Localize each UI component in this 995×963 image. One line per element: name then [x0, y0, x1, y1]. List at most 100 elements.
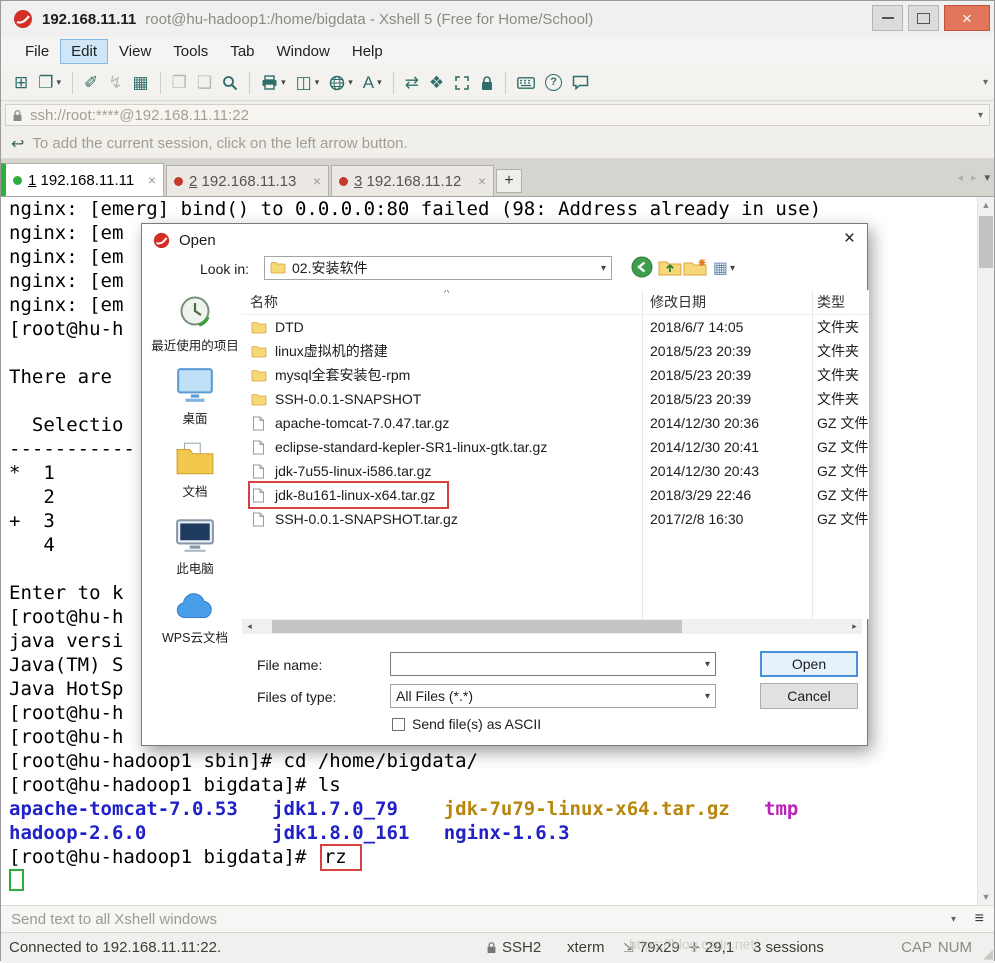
send-bar-caret-icon[interactable]: ▾: [951, 914, 956, 925]
file-row[interactable]: SSH-0.0.1-SNAPSHOT.tar.gz2017/2/8 16:30G…: [242, 507, 869, 531]
place-recent[interactable]: 最近使用的项目: [150, 292, 240, 367]
scroll-down-icon[interactable]: ▼: [978, 889, 994, 905]
back-button[interactable]: [630, 256, 654, 280]
terminal-text: [root@hu-hadoop1 bigdata]#: [9, 846, 318, 868]
menu-item-tab[interactable]: Tab: [220, 40, 264, 63]
session-tab-192.168.11.11[interactable]: 1 192.168.11.11×: [1, 163, 164, 196]
menu-item-file[interactable]: File: [15, 40, 59, 63]
file-row[interactable]: eclipse-standard-kepler-SR1-linux-gtk.ta…: [242, 435, 869, 459]
new-session-button[interactable]: ⊞: [9, 71, 33, 94]
help-icon: ?: [545, 74, 562, 91]
window-title-host: 192.168.11.11: [42, 11, 136, 28]
dialog-title: Open: [179, 232, 216, 249]
menu-item-view[interactable]: View: [109, 40, 161, 63]
file-row[interactable]: jdk-7u55-linux-i586.tar.gz2014/12/30 20:…: [242, 459, 869, 483]
virtual-keyboard-button[interactable]: [512, 74, 540, 92]
files-of-type-value: All Files (*.*): [396, 688, 473, 704]
terminal-text: jdk1.7.0_79: [272, 798, 398, 820]
toolbar-overflow-icon[interactable]: ▾: [983, 77, 988, 88]
tab-label: 3 192.168.11.12: [354, 173, 461, 190]
help-button[interactable]: ?: [540, 71, 567, 94]
hscroll-right-icon[interactable]: ▸: [847, 619, 862, 634]
tab-close-icon[interactable]: ×: [478, 173, 486, 189]
terminal-line: nginx: [emerg] bind() to 0.0.0.0:80 fail…: [1, 197, 979, 221]
tab-close-icon[interactable]: ×: [148, 172, 156, 188]
file-type: GZ 文件: [817, 459, 868, 483]
open-session-button[interactable]: ❐▾: [33, 71, 66, 94]
tab-close-icon[interactable]: ×: [313, 173, 321, 189]
print-button[interactable]: ▾: [256, 72, 291, 93]
message-button[interactable]: [567, 72, 594, 93]
file-list-hscrollbar[interactable]: ◂ ▸: [242, 619, 862, 634]
tab-menu-icon[interactable]: ▾: [984, 171, 990, 184]
properties-button[interactable]: ✐: [79, 71, 103, 94]
hscroll-left-icon[interactable]: ◂: [242, 619, 257, 634]
file-row[interactable]: apache-tomcat-7.0.47.tar.gz2014/12/30 20…: [242, 411, 869, 435]
file-row[interactable]: DTD2018/6/7 14:05文件夹: [242, 315, 869, 339]
tab-scroll-right-icon[interactable]: ▸: [971, 171, 977, 184]
look-in-combo[interactable]: 02.安装软件 ▾: [264, 256, 612, 280]
files-of-type-caret-icon[interactable]: ▾: [705, 691, 710, 702]
column-type[interactable]: 类型: [817, 290, 845, 314]
place-documents[interactable]: 文档: [150, 442, 240, 517]
screen-capture-button[interactable]: ◫▾: [291, 71, 325, 94]
new-window-icon: ❖: [429, 74, 444, 91]
menu-item-help[interactable]: Help: [342, 40, 393, 63]
new-tab-button[interactable]: +: [496, 169, 522, 193]
file-row[interactable]: jdk-8u161-linux-x64.tar.gz2018/3/29 22:4…: [242, 483, 869, 507]
new-folder-button[interactable]: [683, 256, 707, 280]
send-bar-menu-icon[interactable]: ≡: [975, 910, 984, 928]
file-row[interactable]: mysql全套安装包-rpm2018/5/23 20:39文件夹: [242, 363, 869, 387]
web-browser-button[interactable]: ▾: [324, 72, 358, 94]
ascii-checkbox[interactable]: [392, 718, 405, 731]
file-name: SSH-0.0.1-SNAPSHOT.tar.gz: [275, 511, 458, 527]
close-button[interactable]: ×: [944, 5, 990, 31]
lock-screen-button[interactable]: [475, 72, 499, 94]
column-name[interactable]: 名称: [250, 290, 278, 314]
file-row[interactable]: SSH-0.0.1-SNAPSHOT2018/5/23 20:39文件夹: [242, 387, 869, 411]
address-dropdown-icon[interactable]: ▾: [978, 110, 983, 121]
session-tab-192.168.11.13[interactable]: 2 192.168.11.13×: [166, 165, 329, 196]
dialog-close-icon[interactable]: ×: [844, 229, 855, 248]
place-cloud[interactable]: WPS云文档: [150, 592, 240, 667]
file-icon: [250, 488, 267, 503]
scrollbar-thumb[interactable]: [979, 216, 993, 268]
fullscreen-button[interactable]: [449, 72, 475, 94]
scroll-up-icon[interactable]: ▲: [978, 197, 994, 213]
minimize-button[interactable]: [872, 5, 903, 31]
view-menu-button[interactable]: ▦ ▾: [708, 256, 740, 280]
terminal-text: Enter to k: [9, 582, 123, 604]
file-name-input[interactable]: ▾: [390, 652, 716, 676]
cancel-button[interactable]: Cancel: [760, 683, 858, 709]
tab-scroll-left-icon[interactable]: ◂: [957, 171, 963, 184]
terminal-text: [root@hu-h: [9, 726, 123, 748]
new-window-button[interactable]: ❖: [424, 71, 449, 94]
find-button[interactable]: [217, 72, 243, 94]
place-desktop[interactable]: 桌面: [150, 367, 240, 442]
session-tab-192.168.11.12[interactable]: 3 192.168.11.12 ×: [331, 165, 494, 196]
hscroll-thumb[interactable]: [272, 620, 682, 633]
session-manager-button[interactable]: ▦: [128, 71, 154, 94]
open-button[interactable]: Open: [760, 651, 858, 677]
menu-item-tools[interactable]: Tools: [163, 40, 218, 63]
files-of-type-select[interactable]: All Files (*.*) ▾: [390, 684, 716, 708]
file-name-caret-icon[interactable]: ▾: [705, 659, 710, 670]
up-one-level-button[interactable]: [658, 256, 682, 280]
cancel-button-label: Cancel: [787, 688, 831, 704]
address-field[interactable]: ssh://root:****@192.168.11.11:22 ▾: [5, 104, 990, 126]
file-icon: [250, 416, 267, 431]
font-button[interactable]: A▾: [358, 71, 387, 94]
file-row[interactable]: linux虚拟机的搭建2018/5/23 20:39文件夹: [242, 339, 869, 363]
file-transfer-button[interactable]: ⇄: [400, 71, 424, 94]
menu-item-window[interactable]: Window: [267, 40, 340, 63]
column-date[interactable]: 修改日期: [650, 290, 706, 314]
menu-item-edit[interactable]: Edit: [61, 40, 107, 63]
tab-bar: 1 192.168.11.11×2 192.168.11.13×3 192.16…: [1, 159, 994, 197]
resize-grip[interactable]: ◢: [983, 946, 993, 962]
place-computer[interactable]: 此电脑: [150, 517, 240, 592]
dialog-title-bar[interactable]: Open: [142, 224, 867, 256]
combo-caret-icon[interactable]: ▾: [601, 263, 606, 274]
copy-icon: ❐: [172, 74, 187, 91]
terminal-scrollbar[interactable]: ▲ ▼: [977, 197, 994, 905]
maximize-button[interactable]: [908, 5, 939, 31]
